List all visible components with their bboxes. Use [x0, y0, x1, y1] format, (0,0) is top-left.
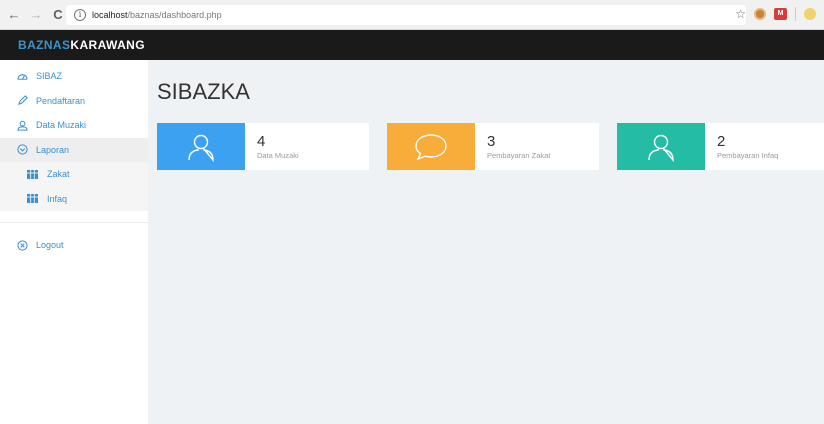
sidebar-item-pendaftaran[interactable]: Pendaftaran — [0, 89, 148, 114]
address-bar[interactable]: i localhost/baznas/dashboard.php — [66, 5, 746, 25]
extension-mail-icon[interactable]: M — [774, 8, 787, 20]
sidebar-item-label: SIBAZ — [36, 71, 63, 82]
brand-logo[interactable]: BAZNASKARAWANG — [18, 38, 145, 52]
sidebar-item-data-muzaki[interactable]: Data Muzaki — [0, 113, 148, 138]
grid-icon — [26, 169, 38, 179]
url-path: /baznas/dashboard.php — [127, 10, 222, 20]
user-icon — [16, 120, 28, 131]
card-icon-block — [617, 123, 705, 170]
chat-bubble-icon — [415, 133, 447, 160]
sidebar-item-label: Logout — [36, 240, 64, 251]
sidebar: SIBAZ Pendaftaran Data Muzaki Laporan Za… — [0, 60, 148, 424]
forward-button[interactable]: → — [28, 7, 44, 23]
user-icon — [188, 134, 214, 162]
main-content: SIBAZKA 4 Data Muzaki 3 Pembayaran Zakat… — [148, 60, 824, 424]
sidebar-item-label: Laporan — [36, 144, 70, 155]
brand-part1: BAZNAS — [18, 38, 71, 52]
card-icon-block — [157, 123, 245, 170]
card-value: 2 — [717, 133, 726, 150]
stat-card-data-muzaki[interactable]: 4 Data Muzaki — [157, 123, 369, 170]
browser-toolbar: ← → C i localhost/baznas/dashboard.php ☆… — [0, 0, 824, 30]
user-icon — [648, 134, 674, 162]
sidebar-divider — [0, 211, 148, 223]
card-value: 4 — [257, 133, 266, 150]
close-circle-icon — [16, 240, 28, 251]
top-navbar: BAZNASKARAWANG — [0, 30, 824, 60]
grid-icon — [26, 194, 38, 204]
bookmark-star-icon[interactable]: ☆ — [735, 7, 746, 21]
card-icon-block — [387, 123, 475, 170]
sidebar-item-logout[interactable]: Logout — [0, 233, 148, 258]
back-button[interactable]: ← — [6, 7, 22, 23]
stat-card-pembayaran-infaq[interactable]: 2 Pembayaran Infaq — [617, 123, 824, 170]
chevron-circle-icon — [16, 144, 28, 155]
sidebar-item-infaq[interactable]: Infaq — [0, 186, 148, 211]
reload-button[interactable]: C — [50, 7, 66, 23]
brand-part2: KARAWANG — [70, 38, 145, 52]
stat-card-pembayaran-zakat[interactable]: 3 Pembayaran Zakat — [387, 123, 599, 170]
sidebar-item-label: Infaq — [47, 193, 68, 204]
profile-avatar[interactable] — [804, 8, 816, 20]
info-icon[interactable]: i — [74, 9, 86, 21]
divider — [795, 7, 796, 21]
extension-icon[interactable] — [754, 8, 766, 20]
sidebar-item-zakat[interactable]: Zakat — [0, 162, 148, 187]
sidebar-item-label: Zakat — [47, 169, 70, 180]
sidebar-item-sibaz[interactable]: SIBAZ — [0, 64, 148, 89]
sidebar-item-label: Pendaftaran — [36, 95, 86, 106]
card-value: 3 — [487, 133, 496, 150]
card-label: Data Muzaki — [257, 151, 299, 160]
dashboard-icon — [16, 71, 28, 82]
sidebar-item-laporan[interactable]: Laporan — [0, 137, 148, 162]
page-title: SIBAZKA — [157, 79, 250, 104]
pencil-icon — [16, 95, 28, 106]
url-host: localhost — [92, 10, 128, 20]
sidebar-item-label: Data Muzaki — [36, 120, 87, 131]
card-label: Pembayaran Infaq — [717, 151, 779, 160]
card-label: Pembayaran Zakat — [487, 151, 551, 160]
